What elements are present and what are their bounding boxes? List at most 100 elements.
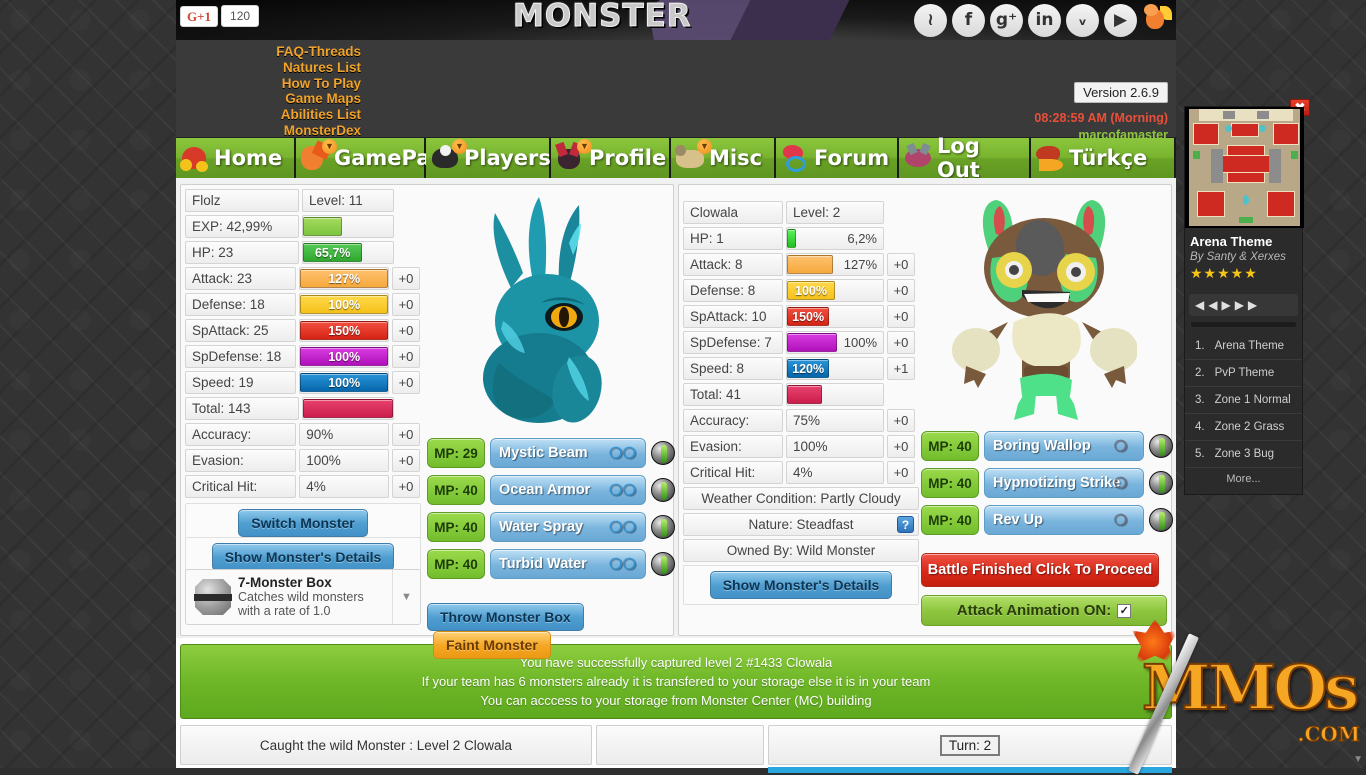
battle-proceed-button[interactable]: Battle Finished Click To Proceed [921, 553, 1159, 587]
linkedin-icon[interactable]: in [1028, 3, 1061, 37]
capture-message-banner: You have successfully captured level 2 #… [180, 644, 1172, 719]
move-info-orb-3[interactable] [651, 552, 675, 576]
nav-label-language: Türkçe [1069, 146, 1148, 170]
enemy-move-name-2: Rev Up [993, 512, 1043, 528]
nav-item-gamepage[interactable]: ▼ GamePage [296, 138, 460, 178]
track-item-2[interactable]: 2. PvP Theme [1185, 360, 1302, 387]
nav-item-forum[interactable]: Forum [776, 138, 899, 178]
enemy-show-details-button[interactable]: Show Monster's Details [709, 571, 893, 599]
player-move-button-1[interactable]: Ocean Armor ❍❍ [490, 475, 646, 505]
enemy-stat-row-spdefense: SpDefense: 7 100% +0 [683, 331, 918, 354]
charmander-mascot-icon [1142, 3, 1172, 37]
player-monster-name: Flolz [185, 189, 299, 212]
author-name: Santy & Xerxes [1206, 251, 1286, 263]
deviantart-icon[interactable]: ≀ [914, 3, 947, 37]
enemy-extra-plus-evasion: +0 [887, 435, 915, 458]
enemy-stat-plus-attack: +0 [887, 253, 915, 276]
nav-item-home[interactable]: Home [176, 138, 296, 178]
quicklink-game-maps[interactable]: Game Maps [186, 91, 361, 107]
nav-item-players[interactable]: ▼ Players [426, 138, 551, 178]
player-extra-row-evasion: Evasion: 100% +0 [185, 449, 420, 472]
enemy-bar-fill-attack [787, 255, 834, 274]
track-item-3[interactable]: 3. Zone 1 Normal [1185, 387, 1302, 414]
play-icon[interactable]: ▶ [1221, 298, 1234, 312]
player-stat-plus-defense: +0 [392, 293, 420, 316]
next-icon[interactable]: ▶▶ [1235, 298, 1261, 312]
player-stat-row-spattack: SpAttack: 25 150% +0 [185, 319, 420, 342]
player-extra-plus-evasion: +0 [392, 449, 420, 472]
enemy-stat-label-spattack: SpAttack: 10 [683, 305, 783, 328]
progress-bar[interactable] [1191, 322, 1296, 327]
player-move-button-2[interactable]: Water Spray ❍❍ [490, 512, 646, 542]
server-time: 08:28:59 AM (Morning) [1034, 111, 1168, 125]
track-item-5[interactable]: 5. Zone 3 Bug [1185, 441, 1302, 468]
player-controls: ◀◀▶▶▶ [1189, 294, 1298, 316]
player-stat-label-defense: Defense: 18 [185, 293, 297, 316]
player-stat-row-speed: Speed: 19 100% +0 [185, 371, 420, 394]
player-move-row-0: MP: 29 Mystic Beam ❍❍ [427, 438, 675, 468]
attack-animation-checkbox[interactable]: ✓ [1117, 603, 1132, 618]
nav-item-logout[interactable]: Log Out [899, 134, 1031, 182]
capture-message-line1: You have successfully captured level 2 #… [519, 655, 833, 670]
move-info-orb-2[interactable] [651, 515, 675, 539]
move-info-orb-0[interactable] [651, 441, 675, 465]
clowala-sprite [951, 199, 1137, 420]
google-plus-widget[interactable]: G+1 120 [180, 5, 260, 27]
item-desc-line2: with a rate of 1.0 [238, 604, 331, 618]
player-stat-bar-attack: 127% [299, 267, 389, 290]
quicklink-monsterdex[interactable]: MonsterDex [186, 123, 361, 139]
player-move-name-3: Turbid Water [499, 556, 587, 572]
player-extra-row-accuracy: Accuracy: 90% +0 [185, 423, 420, 446]
help-icon-nature[interactable]: ? [897, 516, 914, 533]
player-bar-fill-total [303, 399, 393, 418]
switch-monster-button[interactable]: Switch Monster [238, 509, 368, 537]
water-type-icon-2: ❍❍ [609, 518, 636, 536]
facebook-icon[interactable]: f [952, 3, 985, 37]
attack-animation-toggle[interactable]: Attack Animation ON: ✓ [921, 595, 1167, 626]
enemy-side-panel: Clowala Level: 2 HP: 1 6,2% Attack: 8 12… [678, 184, 1173, 636]
rating-stars[interactable]: ★★★★★ [1185, 263, 1302, 288]
prev-icon[interactable]: ◀◀ [1195, 298, 1221, 312]
track-item-4[interactable]: 4. Zone 2 Grass [1185, 414, 1302, 441]
quicklink-abilities-list[interactable]: Abilities List [186, 107, 361, 123]
player-side-panel: Flolz Level: 11 EXP: 42,99% HP: 23 65,7% [180, 184, 675, 659]
enemy-move-button-1[interactable]: Hypnotizing Strike ❍ [984, 468, 1144, 498]
move-info-orb-1[interactable] [651, 478, 675, 502]
chevron-down-icon-item[interactable]: ▼ [392, 570, 420, 624]
player-move-button-3[interactable]: Turbid Water ❍❍ [490, 549, 646, 579]
enemy-move-button-2[interactable]: Rev Up ❍ [984, 505, 1144, 535]
faint-monster-button[interactable]: Faint Monster [433, 631, 551, 659]
player-extra-value-critical: 4% [299, 475, 389, 498]
enemy-bar-fill-hp [787, 229, 796, 248]
track-item-1[interactable]: 1. Arena Theme [1185, 333, 1302, 360]
nav-label-forum: Forum [814, 146, 890, 170]
quicklink-faq-threads[interactable]: FAQ-Threads [186, 44, 361, 60]
gplus-button[interactable]: G+1 [180, 5, 219, 27]
scroll-down-arrow-icon[interactable]: ▼ [1353, 754, 1363, 765]
enemy-move-info-orb-1[interactable] [1149, 471, 1173, 495]
battle-log-caught: Caught the wild Monster : Level 2 Clowal… [180, 725, 592, 765]
enemy-move-info-orb-2[interactable] [1149, 508, 1173, 532]
version-badge: Version 2.6.9 [1074, 82, 1168, 103]
capture-message-line2: If your team has 6 monsters already it i… [421, 674, 931, 689]
enemy-stat-table: Clowala Level: 2 HP: 1 6,2% Attack: 8 12… [683, 201, 919, 605]
item-selector[interactable]: 7-Monster Box Catches wild monsters with… [185, 569, 421, 625]
item-desc-line1: Catches wild monsters [238, 590, 364, 604]
nav-item-profile[interactable]: ▼ Profile [551, 138, 671, 178]
quicklink-natures-list[interactable]: Natures List [186, 60, 361, 76]
show-more-tracks[interactable]: More... [1185, 468, 1302, 490]
enemy-move-info-orb-0[interactable] [1149, 434, 1173, 458]
player-move-button-0[interactable]: Mystic Beam ❍❍ [490, 438, 646, 468]
player-stat-bar-total [302, 397, 394, 420]
throw-monster-box-button[interactable]: Throw Monster Box [427, 603, 584, 631]
nav-item-misc[interactable]: ▼ Misc [671, 138, 776, 178]
player-extra-label-critical: Critical Hit: [185, 475, 297, 498]
quicklink-how-to-play[interactable]: How To Play [186, 76, 361, 92]
enemy-move-button-0[interactable]: Boring Wallop ❍ [984, 431, 1144, 461]
enemy-moves-list: MP: 40 Boring Wallop ❍ MP: 40 Hypnotizin… [921, 431, 1173, 626]
google-plus-icon[interactable]: g⁺ [990, 3, 1023, 37]
nav-item-language[interactable]: Türkçe [1031, 138, 1176, 178]
twitter-icon[interactable]: ᵥ [1066, 3, 1099, 37]
player-show-details-button[interactable]: Show Monster's Details [211, 543, 395, 571]
youtube-icon[interactable]: ▶ [1104, 3, 1137, 37]
